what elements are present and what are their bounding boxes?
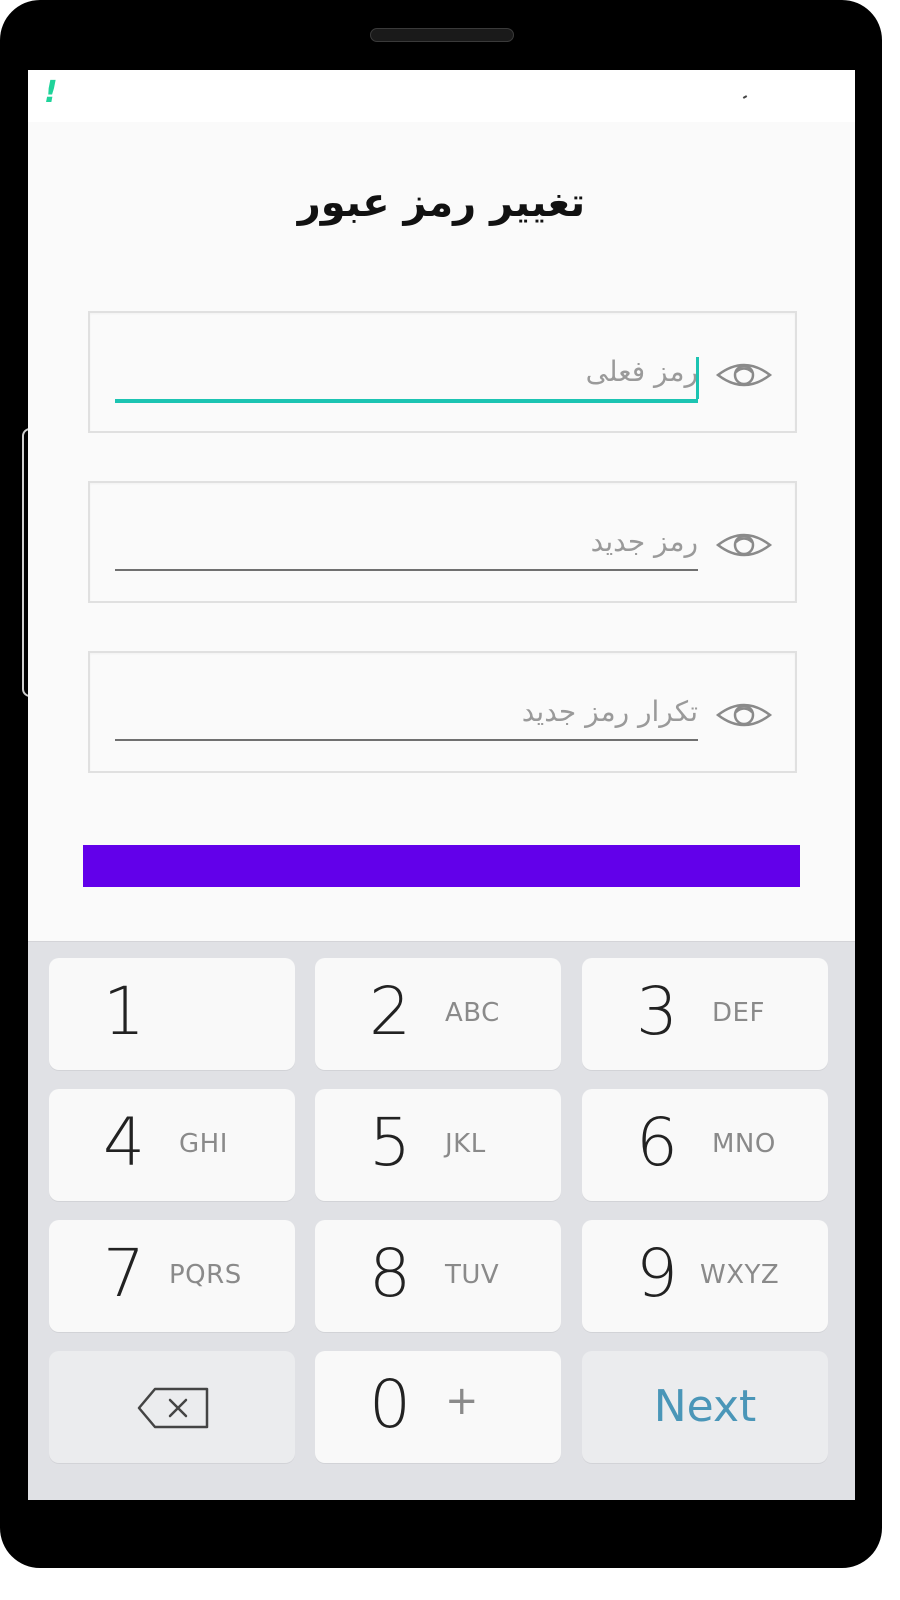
key-plus: + [445, 1378, 480, 1424]
key-3[interactable]: 3 DEF [582, 958, 828, 1070]
backspace-key[interactable] [49, 1351, 295, 1463]
key-digit: 2 [369, 973, 411, 1050]
key-digit: 6 [636, 1104, 678, 1181]
key-7[interactable]: 7 PQRS [49, 1220, 295, 1332]
key-digit: 8 [369, 1235, 411, 1312]
numeric-keyboard: 1 2 ABC 3 DEF 4 GHI 5 JKL 6 MNO 7 PQRS 8… [28, 941, 855, 1500]
submit-button[interactable] [83, 845, 800, 887]
key-digit: 0 [369, 1366, 411, 1443]
text-cursor [696, 357, 699, 399]
key-9[interactable]: 9 WXYZ [582, 1220, 828, 1332]
key-6[interactable]: 6 MNO [582, 1089, 828, 1201]
status-bar: ! [28, 70, 855, 122]
key-5[interactable]: 5 JKL [315, 1089, 561, 1201]
screen: ! تغییر رمز عبور 1 2 ABC 3 DEF 4 GHI 5 J… [28, 70, 855, 1500]
key-digit: 1 [103, 973, 145, 1050]
new-password-card [88, 481, 797, 603]
status-indicator [742, 95, 748, 99]
key-8[interactable]: 8 TUV [315, 1220, 561, 1332]
key-digit: 9 [636, 1235, 678, 1312]
confirm-password-input[interactable] [115, 683, 698, 741]
key-letters: DEF [712, 998, 765, 1028]
key-letters: MNO [712, 1129, 776, 1159]
key-2[interactable]: 2 ABC [315, 958, 561, 1070]
key-digit: 5 [369, 1104, 411, 1181]
key-letters: JKL [445, 1129, 486, 1159]
key-letters: PQRS [169, 1260, 242, 1290]
confirm-password-card [88, 651, 797, 773]
key-digit: 3 [636, 973, 678, 1050]
speaker-grille [370, 28, 514, 42]
backspace-icon [137, 1387, 209, 1429]
alert-icon: ! [44, 75, 58, 110]
key-4[interactable]: 4 GHI [49, 1089, 295, 1201]
eye-icon[interactable] [714, 525, 774, 565]
next-key-label: Next [653, 1381, 757, 1432]
eye-icon[interactable] [714, 695, 774, 735]
eye-icon[interactable] [714, 355, 774, 395]
page-title: تغییر رمز عبور [297, 180, 586, 226]
key-digit: 4 [103, 1104, 145, 1181]
key-letters: GHI [179, 1129, 228, 1159]
key-letters: WXYZ [700, 1260, 780, 1290]
phone-frame: ! تغییر رمز عبور 1 2 ABC 3 DEF 4 GHI 5 J… [0, 0, 882, 1568]
current-password-card [88, 311, 797, 433]
key-digit: 7 [103, 1235, 145, 1312]
key-letters: TUV [445, 1260, 500, 1290]
key-0[interactable]: 0 + [315, 1351, 561, 1463]
key-1[interactable]: 1 [49, 958, 295, 1070]
new-password-input[interactable] [115, 513, 698, 571]
key-letters: ABC [445, 998, 500, 1028]
current-password-input[interactable] [115, 343, 698, 403]
next-key[interactable]: Next [582, 1351, 828, 1463]
